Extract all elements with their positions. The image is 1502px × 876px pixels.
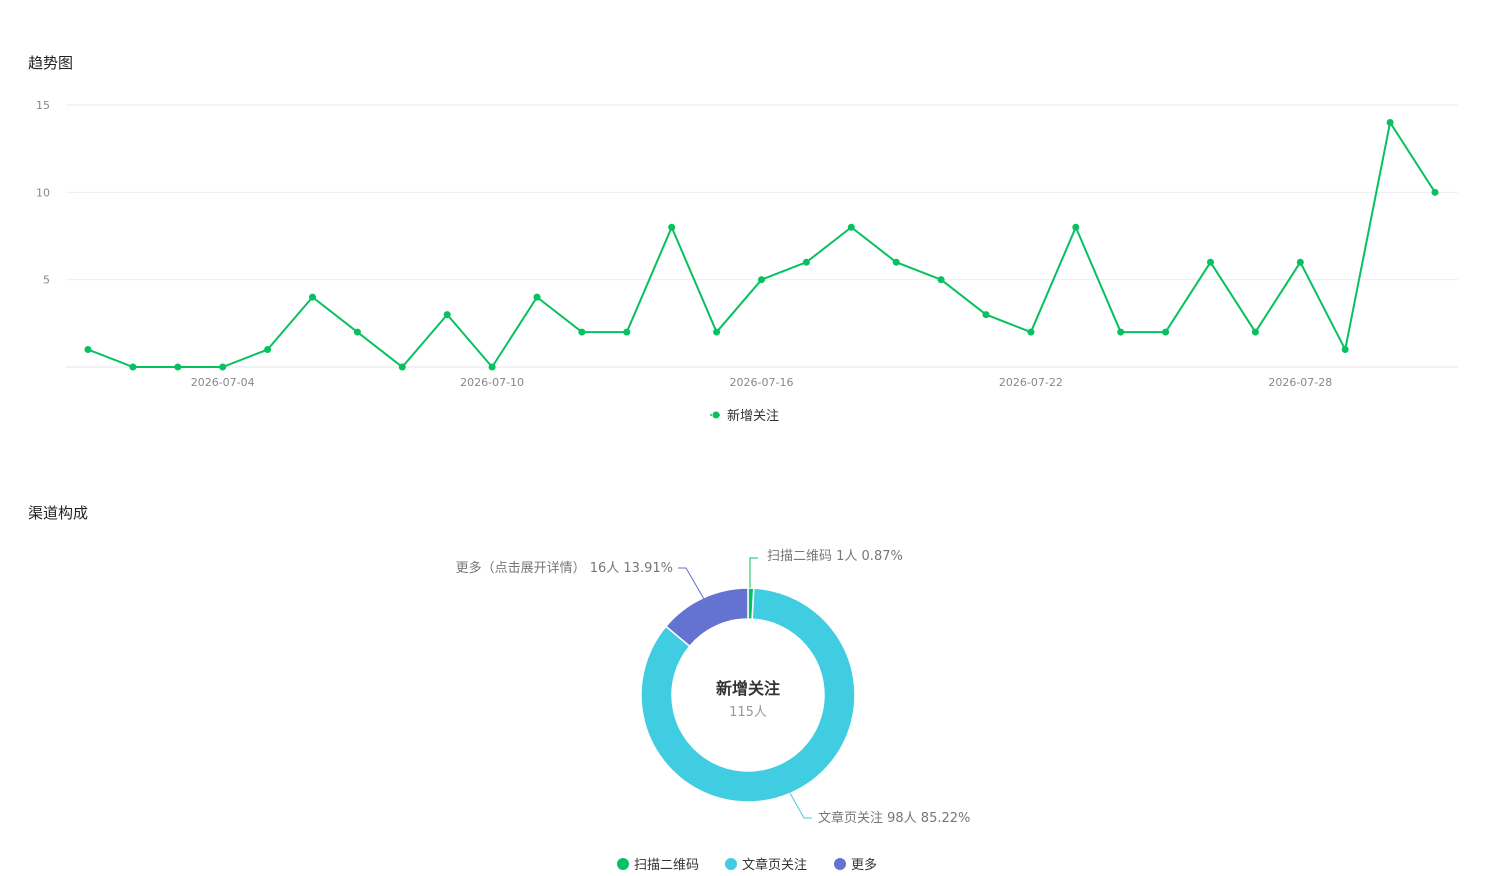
series-line	[87, 121, 1436, 368]
data-point[interactable]	[309, 293, 316, 301]
data-point[interactable]	[533, 293, 541, 301]
donut-center-title: 新增关注	[716, 679, 780, 698]
data-point[interactable]	[443, 311, 451, 319]
x-tick-label: 2026-07-16	[730, 376, 794, 389]
data-point[interactable]	[1117, 328, 1125, 336]
data-point[interactable]	[129, 363, 137, 371]
data-point[interactable]	[623, 328, 631, 336]
legend-marker-icon	[725, 858, 737, 870]
y-tick-label: 15	[36, 99, 50, 112]
legend-label[interactable]: 更多	[851, 857, 877, 873]
data-point[interactable]	[1431, 188, 1439, 196]
data-point[interactable]	[219, 363, 227, 371]
data-point[interactable]	[578, 328, 586, 336]
data-point[interactable]	[1207, 258, 1214, 266]
slice-label: 扫描二维码 1人 0.87%	[767, 549, 903, 564]
data-point[interactable]	[1072, 223, 1080, 231]
donut-slice[interactable]	[747, 587, 755, 620]
y-tick-label: 5	[43, 274, 50, 287]
donut-center-subtitle: 115人	[729, 705, 767, 720]
data-point[interactable]	[1386, 118, 1394, 126]
data-point[interactable]	[982, 311, 990, 319]
legend-label[interactable]: 扫描二维码	[634, 858, 699, 873]
data-point[interactable]	[488, 363, 496, 371]
data-point[interactable]	[1162, 328, 1170, 336]
data-point[interactable]	[668, 223, 676, 231]
legend-marker-icon	[834, 858, 846, 870]
legend-label[interactable]: 文章页关注	[742, 857, 807, 873]
legend-marker-icon	[617, 858, 629, 870]
data-point[interactable]	[713, 328, 721, 336]
label-leader-line	[789, 792, 812, 819]
data-point[interactable]	[758, 276, 765, 284]
data-point[interactable]	[847, 223, 855, 231]
data-point[interactable]	[802, 258, 810, 266]
data-point[interactable]	[84, 346, 92, 354]
data-point[interactable]	[937, 276, 945, 284]
data-point[interactable]	[1341, 346, 1349, 354]
slice-label: 更多（点击展开详情） 16人 13.91%	[456, 560, 673, 576]
label-leader-line	[678, 567, 705, 600]
legend-marker-icon	[712, 411, 720, 419]
x-tick-label: 2026-07-22	[999, 376, 1063, 389]
data-point[interactable]	[1251, 328, 1259, 336]
data-point[interactable]	[892, 258, 900, 266]
data-point[interactable]	[353, 328, 361, 336]
donut-slice[interactable]	[640, 587, 856, 803]
donut-slice[interactable]	[664, 587, 749, 648]
data-point[interactable]	[1027, 328, 1035, 336]
label-leader-line	[749, 557, 758, 588]
data-point[interactable]	[1296, 258, 1304, 266]
data-point[interactable]	[174, 363, 182, 371]
data-point[interactable]	[264, 346, 272, 354]
x-tick-label: 2026-07-10	[460, 376, 524, 389]
channel-section-title: 渠道构成	[28, 504, 89, 522]
slice-label: 文章页关注 98人 85.22%	[818, 810, 970, 826]
x-tick-label: 2026-07-04	[191, 376, 255, 389]
legend-label[interactable]: 新增关注	[727, 408, 779, 424]
trend-line-chart: 5 10 15 2026-07-04 2026-07-10 2026-07-16 2026-…	[36, 99, 1458, 424]
y-tick-label: 10	[36, 186, 50, 199]
data-point[interactable]	[398, 363, 406, 371]
x-tick-label: 2026-07-28	[1268, 376, 1332, 389]
